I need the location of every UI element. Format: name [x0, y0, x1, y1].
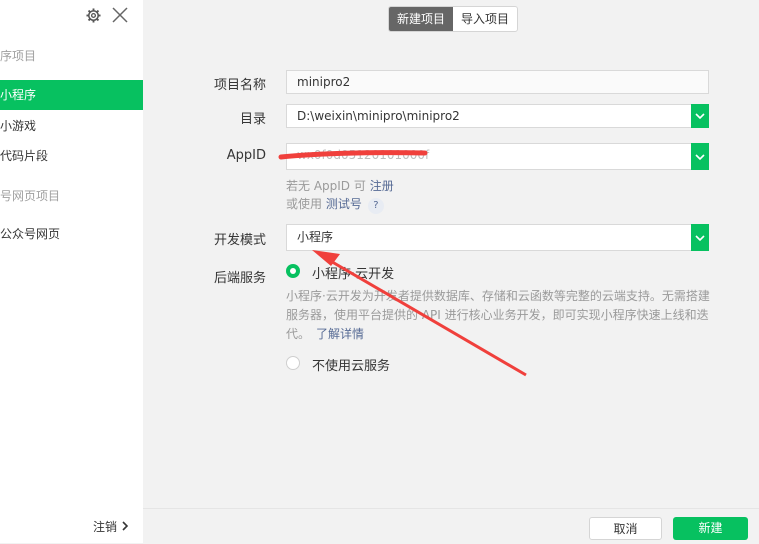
- sidebar-item-label: 公众号网页: [0, 227, 61, 241]
- help-icon[interactable]: ?: [367, 198, 384, 214]
- cloud-dev-description: 小程序·云开发为开发者提供数据库、存储和云函数等完整的云端支持。无需搭建服务器，…: [286, 287, 712, 344]
- hint-text: 或使用: [286, 197, 323, 211]
- appid-label: AppID: [226, 148, 266, 163]
- dev-mode-label: 开发模式: [213, 233, 266, 248]
- cloud-dev-radio[interactable]: [286, 264, 300, 278]
- chevron-down-icon: [695, 235, 705, 242]
- sidebar-item-code-snippet[interactable]: 代码片段: [0, 141, 143, 171]
- logout-label: 注销: [93, 520, 118, 534]
- hint-text: 若无 AppID 可: [286, 179, 366, 193]
- sidebar-item-minigame[interactable]: 小游戏: [0, 111, 143, 141]
- directory-dropdown-button[interactable]: [691, 104, 709, 128]
- no-cloud-radio[interactable]: [286, 356, 300, 370]
- tab-import-project[interactable]: 导入项目: [453, 7, 517, 31]
- directory-value: D:\weixin\minipro\minipro2: [297, 109, 460, 123]
- dev-mode-value: 小程序: [297, 230, 334, 244]
- tab-new-project[interactable]: 新建项目: [389, 7, 454, 31]
- sidebar-item-label: 代码片段: [0, 149, 49, 163]
- dev-mode-select[interactable]: 小程序: [286, 224, 709, 251]
- section-title-miniprogram: 序项目: [0, 49, 37, 63]
- dev-mode-dropdown-button[interactable]: [691, 224, 709, 251]
- appid-field[interactable]: wx0f0d05120101000f: [286, 143, 709, 170]
- cloud-dev-label[interactable]: 小程序·云开发: [312, 263, 394, 282]
- cancel-button[interactable]: 取消: [589, 517, 662, 540]
- no-cloud-label[interactable]: 不使用云服务: [312, 355, 390, 374]
- appid-register-hint: 若无 AppID 可 注册: [286, 177, 394, 194]
- project-name-input[interactable]: minipro2: [286, 70, 709, 94]
- sidebar-item-official-account-web[interactable]: 公众号网页: [0, 219, 143, 249]
- chevron-down-icon: [695, 154, 705, 161]
- appid-dropdown-button[interactable]: [691, 143, 709, 170]
- register-link[interactable]: 注册: [370, 179, 394, 193]
- close-icon[interactable]: [111, 6, 129, 24]
- logout-button[interactable]: 注销: [93, 518, 129, 535]
- sidebar-item-miniprogram[interactable]: 小程序: [0, 80, 143, 110]
- learn-more-link[interactable]: 了解详情: [316, 327, 364, 341]
- directory-label: 目录: [239, 112, 266, 127]
- appid-test-hint: 或使用 测试号?: [286, 195, 384, 214]
- directory-field[interactable]: D:\weixin\minipro\minipro2: [286, 104, 709, 128]
- chevron-down-icon: [695, 113, 705, 120]
- sidebar-item-label: 小游戏: [0, 119, 37, 133]
- footer-bar: [143, 508, 759, 544]
- test-account-link[interactable]: 测试号: [326, 197, 362, 211]
- create-button[interactable]: 新建: [673, 517, 748, 540]
- backend-label: 后端服务: [213, 271, 266, 286]
- project-name-label: 项目名称: [213, 78, 266, 93]
- chevron-right-icon: [122, 521, 129, 531]
- section-title-webpage: 号网页项目: [0, 189, 61, 203]
- gear-icon[interactable]: [86, 8, 101, 23]
- appid-value: wx0f0d05120101000f: [297, 148, 430, 162]
- sidebar-item-label: 小程序: [0, 88, 37, 102]
- sidebar: 序项目 小程序 小游戏 代码片段 号网页项目 公众号网页 注销: [0, 0, 143, 543]
- project-tabs: 新建项目 导入项目: [388, 6, 519, 32]
